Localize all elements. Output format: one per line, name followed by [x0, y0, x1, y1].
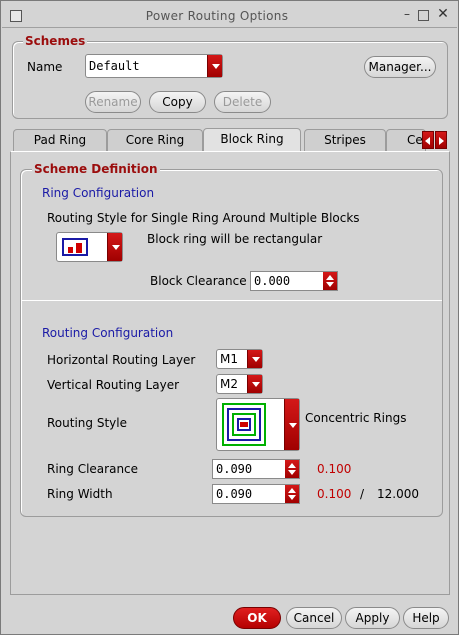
window-title: Power Routing Options [145, 9, 289, 23]
vertical-routing-layer-label: Vertical Routing Layer [47, 378, 180, 392]
block-ring-style-combo[interactable] [56, 232, 123, 262]
tab-scroll-left-icon[interactable] [422, 131, 434, 149]
schemes-title: Schemes [23, 34, 88, 48]
help-button[interactable]: Help [403, 607, 449, 629]
apply-button[interactable]: Apply [345, 607, 400, 629]
tab-scroll-right-icon[interactable] [435, 131, 447, 149]
ring-clearance-min: 0.100 [317, 462, 352, 476]
tab-pad-ring[interactable]: Pad Ring [13, 129, 107, 151]
chevron-down-icon[interactable] [207, 55, 222, 77]
tab-block-ring[interactable]: Block Ring [203, 128, 301, 151]
chevron-down-icon[interactable] [107, 233, 122, 261]
chevron-down-icon[interactable] [247, 375, 262, 393]
ring-width-label: Ring Width [47, 487, 113, 501]
cancel-button[interactable]: Cancel [286, 607, 342, 629]
scheme-name-value: Default [89, 59, 140, 73]
tab-ce[interactable]: Ce [386, 129, 426, 151]
stepper-arrows-icon[interactable] [285, 460, 299, 478]
ring-configuration-title: Ring Configuration [42, 186, 155, 200]
chevron-down-icon[interactable] [284, 399, 299, 450]
minimize-icon[interactable]: – [400, 8, 414, 22]
tab-stripes[interactable]: Stripes [304, 129, 386, 151]
horizontal-layer-value: M1 [220, 352, 238, 366]
title-bar[interactable]: Power Routing Options – ✕ [2, 2, 457, 28]
stepper-arrows-icon[interactable] [285, 485, 299, 503]
stepper-arrows-icon[interactable] [323, 272, 337, 290]
ring-width-max: 12.000 [377, 487, 419, 501]
concentric-rings-icon [222, 403, 266, 446]
section-divider [21, 300, 442, 301]
ring-width-stepper[interactable]: 0.090 [212, 484, 300, 504]
block-clearance-value: 0.000 [254, 274, 291, 288]
name-label: Name [27, 60, 63, 74]
maximize-icon[interactable] [418, 10, 429, 21]
ring-width-value: 0.090 [216, 487, 253, 501]
routing-style-combo[interactable] [216, 398, 300, 451]
routing-style-single-label: Routing Style for Single Ring Around Mul… [47, 211, 360, 225]
ok-button[interactable]: OK [233, 607, 281, 629]
manager-button[interactable]: Manager... [364, 56, 436, 78]
vertical-layer-combo[interactable]: M2 [216, 374, 263, 394]
routing-style-label: Routing Style [47, 416, 127, 430]
block-clearance-label: Block Clearance [150, 274, 247, 288]
block-clearance-stepper[interactable]: 0.000 [250, 271, 338, 291]
ring-width-separator: / [360, 487, 365, 501]
rename-button[interactable]: Rename [85, 91, 141, 113]
delete-button[interactable]: Delete [214, 91, 271, 113]
close-icon[interactable]: ✕ [436, 7, 450, 22]
scheme-definition-title: Scheme Definition [32, 162, 160, 176]
tab-core-ring[interactable]: Core Ring [107, 129, 203, 151]
copy-button[interactable]: Copy [149, 91, 206, 113]
power-routing-options-window: Power Routing Options – ✕ Schemes Name D… [0, 0, 459, 635]
horizontal-layer-combo[interactable]: M1 [216, 349, 263, 369]
ring-clearance-stepper[interactable]: 0.090 [212, 459, 300, 479]
block-ring-description: Block ring will be rectangular [147, 232, 323, 246]
scheme-name-combo[interactable]: Default [85, 54, 223, 78]
ring-clearance-label: Ring Clearance [47, 462, 139, 476]
rectangular-ring-icon [62, 238, 88, 256]
ring-width-min: 0.100 [317, 487, 352, 501]
horizontal-routing-layer-label: Horizontal Routing Layer [47, 353, 196, 367]
routing-configuration-title: Routing Configuration [42, 326, 174, 340]
ring-clearance-value: 0.090 [216, 462, 253, 476]
vertical-layer-value: M2 [220, 377, 238, 391]
chevron-down-icon[interactable] [247, 350, 262, 368]
routing-style-value: Concentric Rings [305, 411, 407, 425]
